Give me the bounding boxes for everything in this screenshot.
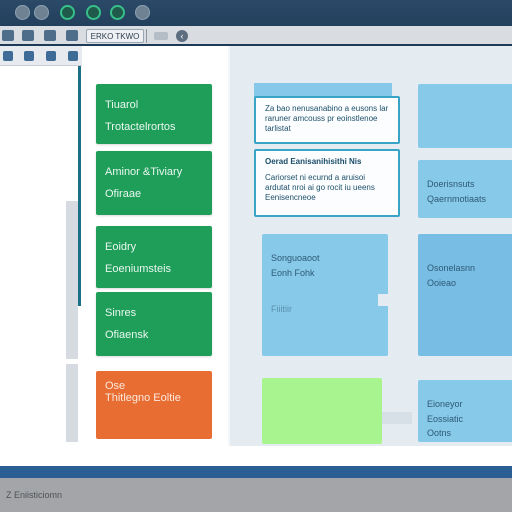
card-subtitle: Ofiraae bbox=[105, 188, 142, 200]
note-card[interactable]: Oerad Eanisanihisithi Nis Cariorset ni e… bbox=[254, 149, 400, 217]
search-icon[interactable] bbox=[154, 32, 168, 40]
window-button-icon[interactable] bbox=[135, 5, 150, 20]
window-button-icon[interactable] bbox=[110, 5, 125, 20]
left-pane bbox=[0, 46, 82, 466]
card-subtitle: Thitlegno Eoltie bbox=[105, 392, 181, 404]
toolbar: ERKO TKWO ‹ bbox=[0, 26, 512, 46]
board-card[interactable]: Doerisnsuts Qaernmotiaats bbox=[418, 160, 512, 218]
home-icon[interactable] bbox=[66, 30, 78, 41]
card-title: Eioneyor bbox=[427, 399, 463, 409]
window-button-icon[interactable] bbox=[86, 5, 101, 20]
left-pane-tabs bbox=[0, 46, 82, 66]
board-card[interactable]: Aminor &Tiviary Ofiraae bbox=[96, 151, 212, 215]
card-title: Doerisnsuts bbox=[427, 179, 475, 189]
card-title: Aminor &Tiviary bbox=[105, 166, 183, 178]
card-subtitle: Ooieao bbox=[427, 278, 457, 288]
status-bar: Z Eniisticiomn bbox=[0, 478, 512, 512]
board-card[interactable]: Osonelasnn Ooieao bbox=[418, 234, 512, 356]
card-subtitle: Eoeniumsteis bbox=[105, 263, 172, 275]
board: Tiuarol Trotactelrortos Aminor &Tiviary … bbox=[82, 46, 512, 466]
toolbar-divider bbox=[146, 29, 147, 43]
chevron-left-icon[interactable]: ‹ bbox=[176, 30, 188, 42]
status-text: Z Eniisticiomn bbox=[6, 490, 63, 500]
pane-resize-handle[interactable] bbox=[78, 66, 81, 306]
board-card[interactable] bbox=[262, 378, 382, 444]
window-button-icon[interactable] bbox=[34, 5, 49, 20]
card-shadow bbox=[382, 412, 412, 424]
card-subtitle: Qaernmotiaats bbox=[427, 194, 487, 204]
bottom-bar bbox=[0, 466, 512, 478]
board-card[interactable]: Tiuarol Trotactelrortos bbox=[96, 84, 212, 144]
window-button-icon[interactable] bbox=[15, 5, 30, 20]
board-card[interactable] bbox=[418, 84, 512, 148]
board-card[interactable]: Ose Thitlegno Eoltie bbox=[96, 371, 212, 439]
note-line: raruner amcouss pr eoinstlenoe bbox=[265, 114, 378, 123]
card-subtitle: Eonh Fohk bbox=[271, 268, 315, 278]
card-title: Sinres bbox=[105, 307, 137, 319]
card-title: Ose bbox=[105, 380, 126, 392]
window-titlebar bbox=[0, 0, 512, 26]
board-card[interactable]: Eoidry Eoeniumsteis bbox=[96, 226, 212, 288]
column-divider bbox=[228, 46, 230, 446]
note-line: Cariorset ni ecurnd a aruisoi bbox=[265, 173, 366, 182]
note-line: Za bao nenusanabino a eusons lar bbox=[265, 104, 389, 113]
left-pane-strip bbox=[66, 201, 78, 359]
window-button-icon[interactable] bbox=[60, 5, 75, 20]
back-icon[interactable] bbox=[22, 30, 34, 41]
left-pane-strip bbox=[66, 364, 78, 442]
address-field[interactable]: ERKO TKWO bbox=[86, 29, 144, 43]
grid-icon[interactable] bbox=[3, 51, 13, 61]
board-card[interactable]: Eioneyor Eossiatic Ootns bbox=[418, 380, 512, 442]
doc-icon[interactable] bbox=[24, 51, 34, 61]
board-card[interactable]: Songuoaoot Eonh Fohk Fiiitiir bbox=[262, 234, 388, 356]
card-subtitle: Trotactelrortos bbox=[105, 121, 176, 133]
card-detail: Fiiitiir bbox=[271, 304, 292, 314]
panel-icon[interactable] bbox=[2, 30, 14, 41]
forward-icon[interactable] bbox=[44, 30, 56, 41]
note-card[interactable]: Za bao nenusanabino a eusons lar raruner… bbox=[254, 96, 400, 144]
note-line: tarlistat bbox=[265, 124, 291, 133]
doc-icon[interactable] bbox=[46, 51, 56, 61]
card-detail: Ootns bbox=[427, 428, 452, 438]
note-line: ardutat nroi ai go rocit iu ueens bbox=[265, 183, 375, 192]
card-tab bbox=[254, 83, 392, 97]
board-card[interactable]: Sinres Ofiaensk bbox=[96, 292, 212, 356]
note-heading: Oerad Eanisanihisithi Nis bbox=[265, 157, 362, 166]
settings-icon[interactable] bbox=[68, 51, 78, 61]
note-line: Eenisencneoe bbox=[265, 193, 316, 202]
card-subtitle: Eossiatic bbox=[427, 414, 464, 424]
card-title: Songuoaoot bbox=[271, 253, 320, 263]
card-notch bbox=[378, 294, 388, 306]
card-title: Osonelasnn bbox=[427, 263, 476, 273]
card-title: Tiuarol bbox=[105, 99, 139, 111]
card-title: Eoidry bbox=[105, 241, 137, 253]
card-subtitle: Ofiaensk bbox=[105, 329, 149, 341]
